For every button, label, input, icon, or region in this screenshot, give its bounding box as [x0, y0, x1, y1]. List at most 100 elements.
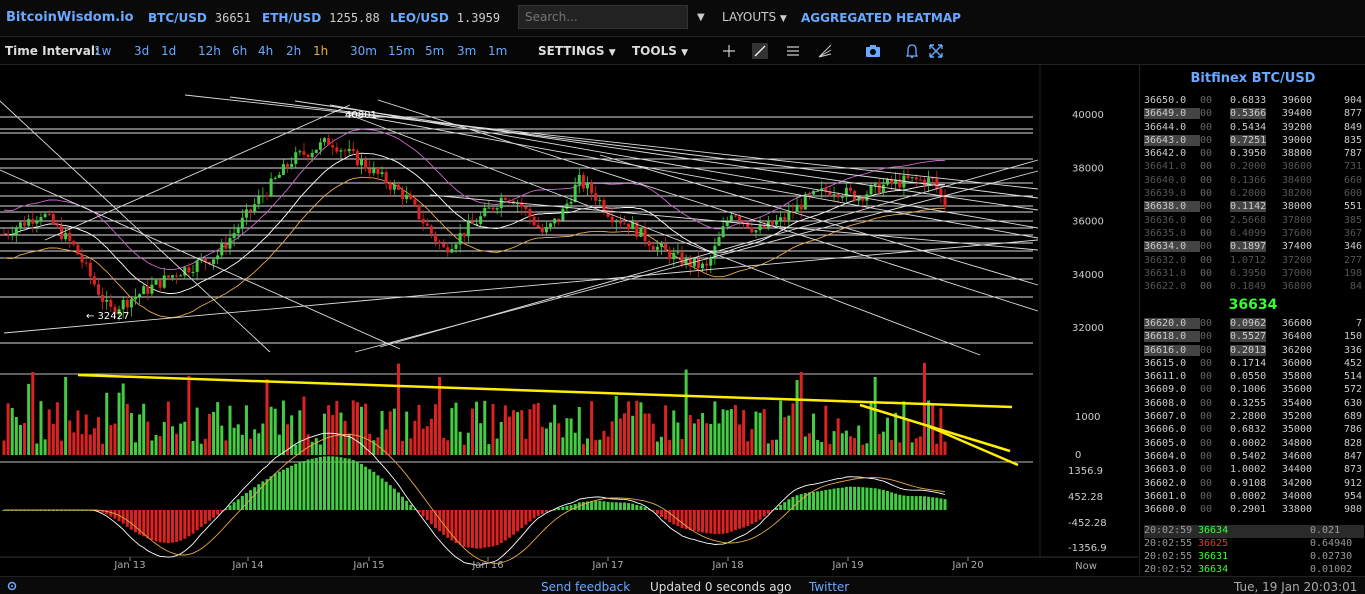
interval-5m[interactable]: 5m	[425, 44, 444, 58]
ticker-leo[interactable]: LEO/USD 1.3959	[390, 11, 500, 25]
orderbook-row[interactable]: 36639.0 00 0.2000 38200 600	[1144, 188, 1364, 201]
candle-body	[121, 299, 125, 310]
interval-3d[interactable]: 3d	[134, 44, 149, 58]
tools-menu[interactable]: TOOLS ▼	[632, 44, 688, 58]
orderbook-row[interactable]: 36643.0 00 0.7251 39000 835	[1144, 134, 1364, 148]
orderbook-row[interactable]: 36600.0 00 0.2901 33800 980	[1144, 504, 1364, 517]
candle-body	[491, 207, 495, 210]
interval-15m[interactable]: 15m	[388, 44, 415, 58]
orderbook-row[interactable]: 36634.0 00 0.1897 37400 346	[1144, 241, 1364, 254]
orderbook-row[interactable]: 36608.0 00 0.3255 35400 630	[1144, 398, 1364, 411]
search-input[interactable]	[518, 5, 688, 29]
interval-2h[interactable]: 2h	[286, 44, 301, 58]
date-label: Jan 15	[352, 560, 384, 571]
orderbook-amt: 0.1849	[1230, 281, 1267, 293]
interval-1w[interactable]: 1w	[94, 44, 111, 58]
crosshair-icon[interactable]	[720, 42, 738, 60]
trendline-tool-icon[interactable]	[751, 42, 769, 60]
date-label: Jan 14	[231, 560, 263, 571]
camera-icon[interactable]	[864, 42, 882, 60]
gear-icon[interactable]	[6, 580, 18, 592]
chart-area[interactable]: 40801 ← 32427 40000 38000 36000 34000 32000 100…	[0, 65, 1138, 575]
volume-bar	[606, 436, 610, 455]
orderbook-row[interactable]: 36606.0 00 0.6832 35000 786	[1144, 424, 1364, 437]
orderbook-row[interactable]: 36605.0 00 0.0002 34800 828	[1144, 438, 1364, 451]
macd-bar	[885, 490, 889, 510]
orderbook-row[interactable]: 36631.0 00 0.3950 37000 198	[1144, 268, 1364, 281]
fib-tool-icon[interactable]	[816, 42, 834, 60]
volume-axis-label: 1000	[1075, 412, 1100, 423]
orderbook-row[interactable]: 36649.0 00 0.5366 39400 877	[1144, 108, 1364, 121]
orderbook-row[interactable]: 36644.0 00 0.5434 39200 849	[1144, 122, 1364, 135]
macd-bar	[203, 510, 207, 524]
orderbook-row[interactable]: 36603.0 00 1.0002 34400 873	[1144, 464, 1364, 477]
send-feedback-link[interactable]: Send feedback	[541, 580, 630, 594]
orderbook-row[interactable]: 36615.0 00 0.1714 36000 452	[1144, 358, 1364, 371]
orderbook-row[interactable]: 36642.0 00 0.3950 38800 787	[1144, 148, 1364, 161]
volume-bar	[569, 418, 573, 455]
candle-body	[454, 244, 458, 249]
macd-bar	[409, 504, 413, 510]
candle-body	[154, 280, 158, 285]
orderbook-frac: 00	[1200, 331, 1213, 343]
orderbook-row[interactable]: 36602.0 00 0.9108 34200 912	[1144, 478, 1364, 491]
interval-6h[interactable]: 6h	[232, 44, 247, 58]
interval-1m[interactable]: 1m	[488, 44, 507, 58]
interval-3m[interactable]: 3m	[457, 44, 476, 58]
orderbook-row[interactable]: 36636.0 00 2.5668 37800 385	[1144, 215, 1364, 228]
volume-bar	[27, 383, 31, 455]
interval-1d[interactable]: 1d	[161, 44, 176, 58]
horizontal-lines-icon[interactable]	[784, 42, 802, 60]
macd-bar	[129, 510, 133, 530]
orderbook-row[interactable]: 36622.0 00 0.1849 36800 84	[1144, 281, 1364, 294]
interval-4h[interactable]: 4h	[258, 44, 273, 58]
settings-menu[interactable]: SETTINGS ▼	[538, 44, 616, 58]
orderbook-total: 35000	[1281, 424, 1312, 436]
orderbook-row[interactable]: 36635.0 00 0.4099 37600 367	[1144, 228, 1364, 241]
macd-bar	[446, 510, 450, 538]
ticker-eth[interactable]: ETH/USD 1255.88	[262, 11, 380, 25]
ticker-btc[interactable]: BTC/USD 36651	[148, 11, 251, 25]
price-chart-svg[interactable]: 40801 ← 32427 40000 38000 36000 34000 32000 100…	[0, 65, 1138, 575]
orderbook-row[interactable]: 36618.0 00 0.5527 36400 150	[1144, 331, 1364, 344]
volume-bar	[639, 402, 643, 455]
aggregated-heatmap-link[interactable]: AGGREGATED HEATMAP	[801, 11, 961, 25]
orderbook-row[interactable]: 36632.0 00 1.0712 37200 277	[1144, 255, 1364, 268]
interval-12h[interactable]: 12h	[198, 44, 221, 58]
orderbook-row[interactable]: 36601.0 00 0.0002 34000 954	[1144, 491, 1364, 504]
orderbook-row[interactable]: 36650.0 00 0.6833 39600 904	[1144, 95, 1364, 108]
orderbook-row[interactable]: 36604.0 00 0.5402 34600 847	[1144, 451, 1364, 464]
layouts-dropdown[interactable]: LAYOUTS ▼	[722, 10, 787, 24]
price-axis-label: 38000	[1072, 163, 1104, 174]
fullscreen-icon[interactable]	[927, 42, 945, 60]
volume-bar	[425, 426, 429, 455]
macd-bar	[524, 510, 528, 525]
volume-bar	[125, 403, 129, 455]
orderbook-row[interactable]: 36607.0 00 2.2800 35200 689	[1144, 411, 1364, 424]
bell-icon[interactable]	[903, 42, 921, 60]
orderbook-row[interactable]: 36609.0 00 0.1006 35600 572	[1144, 384, 1364, 397]
orderbook-row[interactable]: 36640.0 00 0.1366 38400 660	[1144, 175, 1364, 188]
interval-1h[interactable]: 1h	[313, 44, 328, 58]
orderbook-row[interactable]: 36611.0 00 0.0550 35800 514	[1144, 371, 1364, 384]
candle-body	[614, 221, 618, 223]
candle-body	[109, 299, 113, 307]
candle-body	[364, 159, 368, 169]
volume-bar	[154, 434, 158, 455]
search-dropdown-icon[interactable]: ▼	[697, 12, 705, 23]
macd-bar	[540, 510, 544, 515]
orderbook-row[interactable]: 36641.0 00 0.2000 38600 731	[1144, 161, 1364, 174]
volume-bar	[750, 429, 754, 455]
macd-bar	[721, 510, 725, 534]
orderbook-row[interactable]: 36620.0 00 0.0962 36600 7	[1144, 318, 1364, 331]
trade-row: 20:02:59 36634 0.021	[1144, 525, 1364, 538]
twitter-link[interactable]: Twitter	[809, 580, 849, 594]
tools-label: TOOLS	[632, 44, 677, 58]
brand-logo[interactable]: BitcoinWisdom.io	[6, 10, 134, 25]
interval-30m[interactable]: 30m	[350, 44, 377, 58]
candle-body	[590, 182, 594, 194]
orderbook-total: 39200	[1281, 121, 1312, 133]
orderbook-amt: 0.2000	[1230, 188, 1267, 200]
orderbook-row[interactable]: 36616.0 00 0.2013 36200 336	[1144, 344, 1364, 358]
orderbook-row[interactable]: 36638.0 00 0.1142 38000 551	[1144, 201, 1364, 214]
